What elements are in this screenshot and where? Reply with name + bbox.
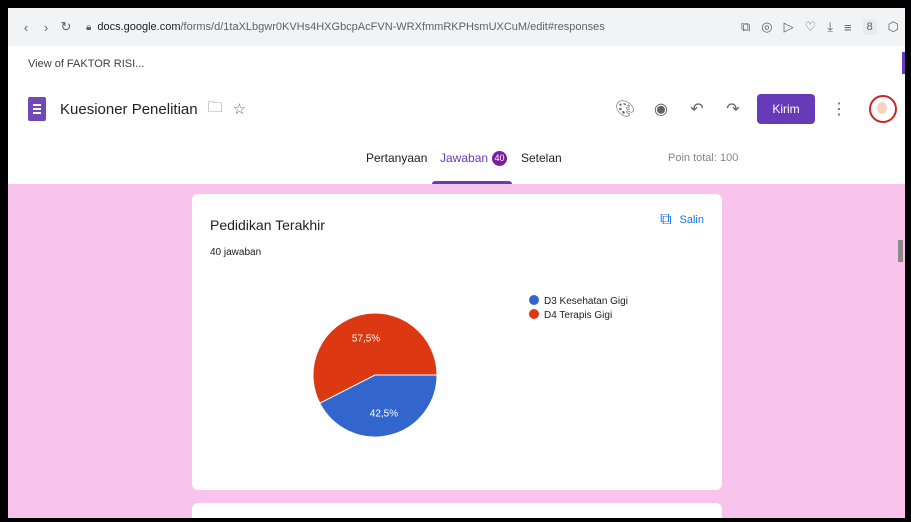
pie-value-label: 57,5% xyxy=(352,334,380,345)
share-icon[interactable]: ⧉ xyxy=(741,19,750,35)
more-vert-icon[interactable]: ⋮ xyxy=(821,99,857,119)
avatar[interactable] xyxy=(869,95,897,123)
browser-window: ‹ › ↻ 🔒︎ docs.google.com/forms/d/1taXLbg… xyxy=(8,8,905,518)
tab-responses-label: Jawaban xyxy=(440,151,489,165)
play-icon[interactable]: ▷ xyxy=(784,19,794,35)
legend-swatch xyxy=(529,309,539,319)
scrollbar-thumb[interactable] xyxy=(898,240,903,262)
legend-swatch xyxy=(529,295,539,305)
url-host: docs.google.com xyxy=(97,21,181,33)
pie-chart: 42,5% 57,5% D3 Kesehatan Gigi D4 Terapis Gi… xyxy=(312,295,628,438)
forward-icon[interactable]: › xyxy=(36,20,56,35)
legend-label: D4 Terapis Gigi xyxy=(544,310,612,321)
download-icon[interactable]: ⤓ xyxy=(827,19,833,35)
palette-icon[interactable]: 🎨︎ xyxy=(607,99,643,119)
tab-questions[interactable]: Pertanyaan xyxy=(366,136,427,184)
undo-icon[interactable]: ↶ xyxy=(679,99,715,119)
profile-icon[interactable]: 8 xyxy=(862,19,877,35)
folder-icon[interactable]: 🗀︎ xyxy=(208,97,223,122)
address-bar: ‹ › ↻ 🔒︎ docs.google.com/forms/d/1taXLbg… xyxy=(8,8,905,46)
heart-icon[interactable]: ♡ xyxy=(805,19,817,35)
preview-eye-icon[interactable]: ◉ xyxy=(643,99,679,119)
question-summary-card: Pedidikan Terakhir 40 jawaban ⧉ Salin 42… xyxy=(192,194,722,490)
legend-label: D3 Kesehatan Gigi xyxy=(544,296,628,307)
pie-value-label: 42,5% xyxy=(370,408,398,419)
reload-icon[interactable]: ↻ xyxy=(56,19,76,35)
bookmarks-bar: View of FAKTOR RISI... xyxy=(8,46,905,83)
total-points: Poin total: 100 xyxy=(668,152,739,164)
url-field[interactable]: 🔒︎ docs.google.com/forms/d/1taXLbgwr0KVH… xyxy=(86,21,605,33)
redo-icon[interactable]: ↷ xyxy=(715,99,751,119)
forms-logo-icon[interactable] xyxy=(28,97,46,121)
form-title[interactable]: Kuesioner Penelitian xyxy=(60,101,198,118)
back-icon[interactable]: ‹ xyxy=(16,20,36,35)
next-question-card xyxy=(192,503,722,518)
responses-count-badge: 40 xyxy=(492,151,508,166)
star-icon[interactable]: ☆ xyxy=(233,100,246,118)
lock-icon: 🔒︎ xyxy=(86,21,92,33)
bookmark-item[interactable]: View of FAKTOR RISI... xyxy=(22,56,150,72)
tab-responses[interactable]: Jawaban 40 xyxy=(440,136,508,184)
sidebar-edge xyxy=(902,52,905,74)
form-tabs: Pertanyaan Jawaban 40 Setelan Poin total:… xyxy=(8,136,905,185)
responses-content: Pedidikan Terakhir 40 jawaban ⧉ Salin 42… xyxy=(8,184,905,518)
url-path: /forms/d/1taXLbgwr0KVHs4HXGbcpAcFVN-WRXf… xyxy=(180,21,605,33)
send-button[interactable]: Kirim xyxy=(757,94,815,124)
tab-settings[interactable]: Setelan xyxy=(521,136,562,184)
menu-lines-icon[interactable]: ≡ xyxy=(844,20,852,35)
app-header: Kuesioner Penelitian 🗀︎ ☆ 🎨︎ ◉ ↶ ↷ Kirim… xyxy=(8,82,905,136)
screenshot-icon[interactable]: ◎ xyxy=(761,19,772,35)
extension-icon[interactable]: ⬡ xyxy=(888,19,899,35)
